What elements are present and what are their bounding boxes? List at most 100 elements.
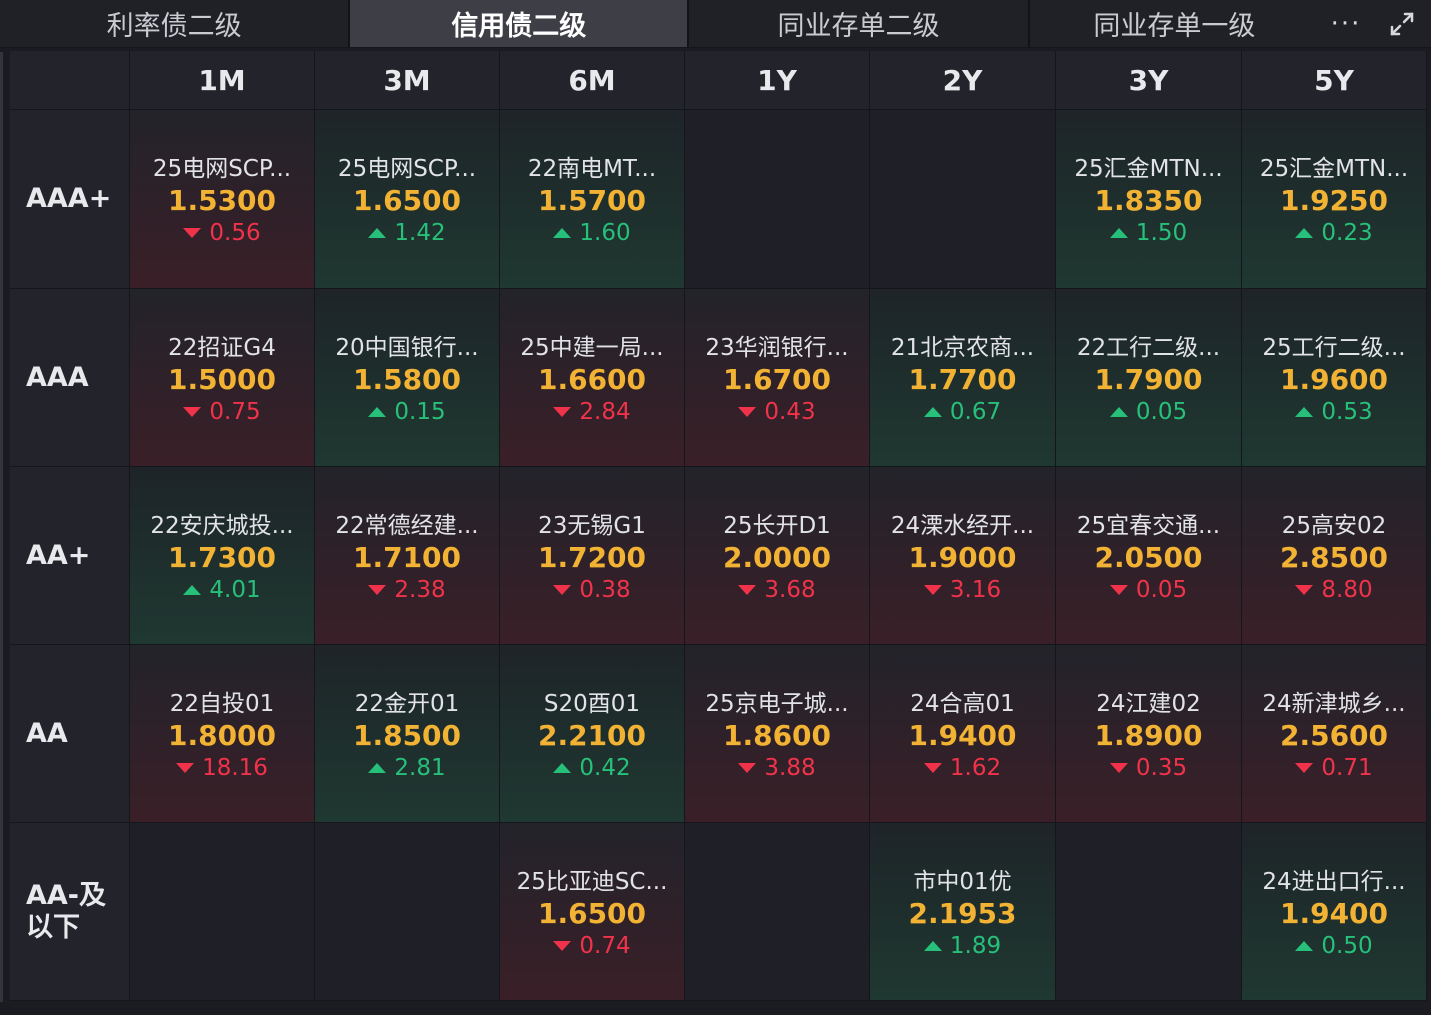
bond-cell[interactable]: 25京电子城... 1.8600 3.88 — [685, 645, 870, 823]
bond-yield: 1.9400 — [908, 718, 1017, 752]
bond-name: 市中01优 — [913, 868, 1012, 895]
bond-yield: 1.9600 — [1279, 362, 1389, 396]
bond-cell[interactable]: 21北京农商... 1.7700 0.67 — [870, 289, 1056, 467]
yield-change-value: 0.23 — [1321, 220, 1373, 246]
bond-yield: 2.1953 — [908, 896, 1017, 930]
bond-cell[interactable]: 25比亚迪SC... 1.6500 0.74 — [500, 823, 685, 1001]
bond-cell[interactable]: 22招证G4 1.5000 0.75 — [130, 289, 315, 467]
bond-yield: 2.0500 — [1094, 540, 1203, 574]
bond-cell[interactable]: 22安庆城投... 1.7300 4.01 — [130, 467, 315, 645]
bond-name: 25中建一局... — [520, 334, 664, 361]
bond-cell[interactable]: 24合高01 1.9400 1.62 — [870, 645, 1056, 823]
bond-cell[interactable]: 24溧水经开... 1.9000 3.16 — [870, 467, 1056, 645]
bond-yield: 1.7300 — [167, 540, 277, 574]
yield-change: 18.16 — [176, 753, 268, 783]
bond-cell[interactable]: 22工行二级... 1.7900 0.05 — [1056, 289, 1242, 467]
credit-bond-market-panel: 利率债二级 信用债二级 同业存单二级 同业存单一级 ··· 1M 3M 6M 1Y 2Y… — [0, 0, 1431, 1015]
bond-cell[interactable]: 22金开01 1.8500 2.81 — [315, 645, 500, 823]
arrow-up-icon — [923, 406, 942, 417]
bond-cell[interactable]: 25工行二级... 1.9600 0.53 — [1242, 289, 1427, 467]
tab-ncd-secondary[interactable]: 同业存单二级 — [689, 0, 1030, 47]
arrow-down-icon — [738, 584, 757, 595]
bond-cell[interactable]: 25中建一局... 1.6600 2.84 — [500, 289, 685, 467]
arrow-down-icon — [1295, 584, 1314, 595]
arrow-down-icon — [738, 762, 757, 773]
arrow-up-icon — [368, 762, 387, 773]
yield-change: 3.68 — [738, 575, 816, 605]
empty-cell — [685, 823, 870, 1001]
bond-cell[interactable]: 25电网SCP... 1.6500 1.42 — [315, 110, 500, 289]
bond-yield: 1.8350 — [1094, 184, 1203, 217]
bond-name: 25电网SCP... — [152, 156, 292, 182]
yield-change: 0.42 — [553, 753, 631, 783]
bond-name: S20酉01 — [543, 690, 641, 717]
arrow-down-icon — [176, 762, 195, 773]
bond-name: 22金开01 — [354, 690, 460, 717]
bond-cell[interactable]: 22南电MT... 1.5700 1.60 — [500, 110, 685, 289]
yield-change-value: 1.89 — [949, 932, 1002, 959]
yield-change-value: 0.56 — [209, 220, 261, 246]
bond-name: 21北京农商... — [890, 334, 1035, 361]
yield-change-value: 0.43 — [764, 398, 816, 425]
arrow-down-icon — [1109, 762, 1128, 773]
bond-cell[interactable]: 25宜春交通... 2.0500 0.05 — [1056, 467, 1242, 645]
bond-cell[interactable]: 22自投01 1.8000 18.16 — [130, 645, 315, 823]
bond-name: 24新津城乡... — [1262, 690, 1406, 717]
bond-cell[interactable]: 25长开D1 2.0000 3.68 — [685, 467, 870, 645]
bond-cell[interactable]: 24江建02 1.8900 0.35 — [1056, 645, 1242, 823]
yield-change-value: 2.81 — [394, 754, 446, 781]
arrow-up-icon — [368, 406, 387, 417]
arrow-up-icon — [183, 584, 202, 595]
yield-change: 0.75 — [183, 397, 261, 427]
yield-matrix: 1M 3M 6M 1Y 2Y 3Y 5Y AAA+ 25电网SCP... 1.5300 0.56 25… — [10, 51, 1427, 1001]
tab-rate-bond-secondary[interactable]: 利率债二级 — [0, 0, 351, 47]
yield-change-value: 0.74 — [579, 932, 631, 959]
bond-cell[interactable]: 25汇金MTN... 1.8350 1.50 — [1056, 110, 1242, 289]
bond-cell[interactable]: 22常德经建... 1.7100 2.38 — [315, 467, 500, 645]
column-header-2y: 2Y — [870, 51, 1056, 110]
arrow-up-icon — [1109, 406, 1128, 417]
rating-row-label: AA — [10, 645, 130, 823]
bond-yield: 1.8900 — [1094, 718, 1203, 752]
arrow-up-icon — [553, 228, 572, 238]
bond-name: 24进出口行... — [1262, 868, 1406, 895]
bond-yield: 1.7100 — [352, 540, 462, 574]
tab-ncd-primary[interactable]: 同业存单一级 — [1030, 0, 1319, 47]
bond-name: 24合高01 — [910, 690, 1015, 717]
bond-name: 25长开D1 — [723, 512, 831, 539]
bond-yield: 1.7900 — [1094, 362, 1203, 396]
yield-change: 0.56 — [183, 218, 261, 248]
bond-name: 22招证G4 — [168, 334, 276, 361]
bond-cell[interactable]: 20中国银行... 1.5800 0.15 — [315, 289, 500, 467]
yield-change-value: 1.60 — [579, 220, 631, 246]
more-icon[interactable]: ··· — [1319, 0, 1373, 47]
yield-change: 0.53 — [1295, 397, 1373, 427]
yield-change: 0.71 — [1295, 753, 1373, 783]
yield-change-value: 1.42 — [394, 220, 446, 246]
arrow-up-icon — [1295, 940, 1314, 951]
bond-cell[interactable]: 市中01优 2.1953 1.89 — [870, 823, 1056, 1001]
bond-cell[interactable]: 24新津城乡... 2.5600 0.71 — [1242, 645, 1427, 823]
bond-yield: 1.8000 — [167, 718, 277, 752]
bond-cell[interactable]: 25汇金MTN... 1.9250 0.23 — [1242, 110, 1427, 289]
bond-yield: 1.7700 — [908, 362, 1017, 396]
bond-cell[interactable]: 25高安02 2.8500 8.80 — [1242, 467, 1427, 645]
expand-icon[interactable] — [1373, 0, 1431, 47]
yield-change: 0.43 — [738, 397, 816, 427]
yield-change-value: 0.38 — [579, 576, 631, 603]
bond-cell[interactable]: 23华润银行... 1.6700 0.43 — [685, 289, 870, 467]
arrow-down-icon — [553, 940, 572, 951]
yield-change-value: 0.71 — [1321, 754, 1373, 781]
yield-change: 0.23 — [1295, 218, 1373, 248]
bond-cell[interactable]: 24进出口行... 1.9400 0.50 — [1242, 823, 1427, 1001]
arrow-up-icon — [1295, 228, 1314, 238]
bond-name: 25高安02 — [1281, 512, 1387, 539]
bond-cell[interactable]: 25电网SCP... 1.5300 0.56 — [130, 110, 315, 289]
bond-cell[interactable]: 23无锡G1 1.7200 0.38 — [500, 467, 685, 645]
tab-credit-bond-secondary[interactable]: 信用债二级 — [350, 0, 690, 47]
column-header-6m: 6M — [500, 51, 685, 110]
column-header-1m: 1M — [130, 51, 315, 110]
empty-cell — [1056, 823, 1242, 1001]
bond-cell[interactable]: S20酉01 2.2100 0.42 — [500, 645, 685, 823]
bond-name: 23华润银行... — [705, 334, 849, 361]
